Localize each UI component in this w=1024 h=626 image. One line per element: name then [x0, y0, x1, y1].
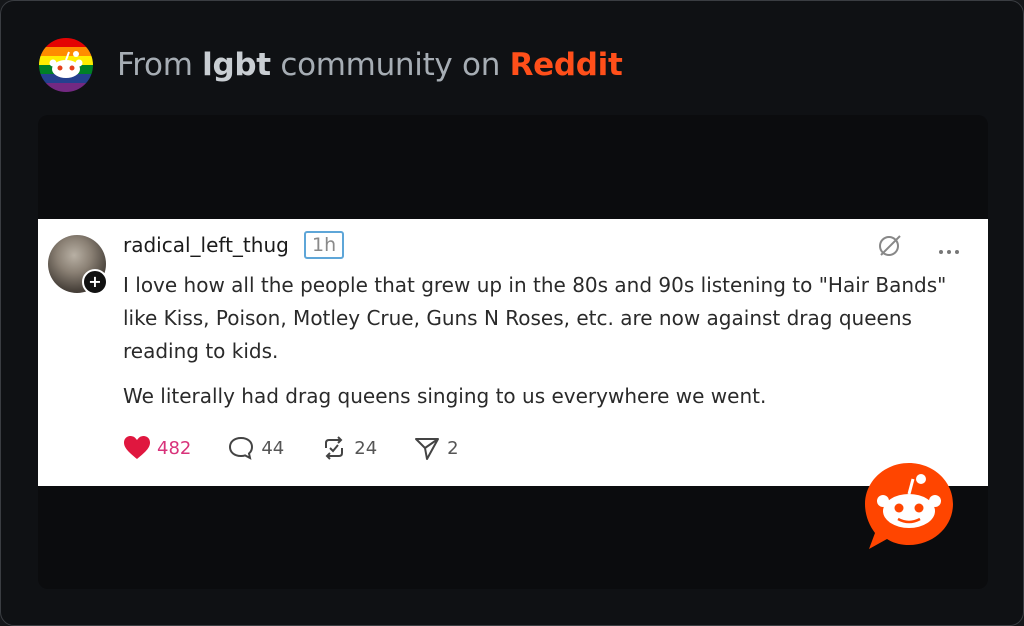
comment-button[interactable]: 44	[227, 435, 284, 461]
header-middle: community on	[270, 47, 510, 83]
repost-count: 24	[354, 437, 378, 459]
post-top-icons	[876, 233, 960, 265]
embed-header: From lgbt community on Reddit	[39, 37, 623, 93]
comment-count: 44	[261, 437, 285, 459]
rainbow-snoo-icon[interactable]	[39, 38, 93, 92]
like-count: 482	[157, 437, 192, 459]
like-button[interactable]: 482	[123, 435, 191, 461]
post-body: I love how all the people that grew up i…	[123, 269, 973, 413]
mute-icon[interactable]	[876, 233, 904, 265]
comment-icon	[229, 436, 254, 460]
header-prefix: From	[117, 47, 203, 83]
post-paragraph: I love how all the people that grew up i…	[123, 273, 947, 363]
share-button[interactable]: 2	[413, 435, 459, 461]
reddit-logo-icon	[863, 461, 955, 551]
repost-icon	[325, 436, 344, 460]
more-options-icon[interactable]	[938, 237, 960, 262]
repost-button[interactable]: 24	[320, 435, 377, 461]
follow-plus-icon[interactable]: +	[82, 269, 108, 295]
platform-name[interactable]: Reddit	[510, 47, 623, 83]
send-icon	[415, 438, 440, 460]
embed-source-text: From lgbt community on Reddit	[117, 47, 623, 83]
post-actions: 482 44 24 2	[123, 435, 495, 461]
post-time: 1h	[304, 231, 345, 259]
share-count: 2	[447, 437, 459, 459]
embed-card: From lgbt community on Reddit + radical_…	[0, 0, 1024, 626]
post-screenshot: + radical_left_thug 1h I love how all th…	[38, 219, 988, 486]
post-paragraph: We literally had drag queens singing to …	[123, 384, 767, 408]
community-name[interactable]: lgbt	[202, 47, 271, 83]
post-username[interactable]: radical_left_thug	[123, 233, 289, 257]
heart-icon	[124, 436, 150, 459]
